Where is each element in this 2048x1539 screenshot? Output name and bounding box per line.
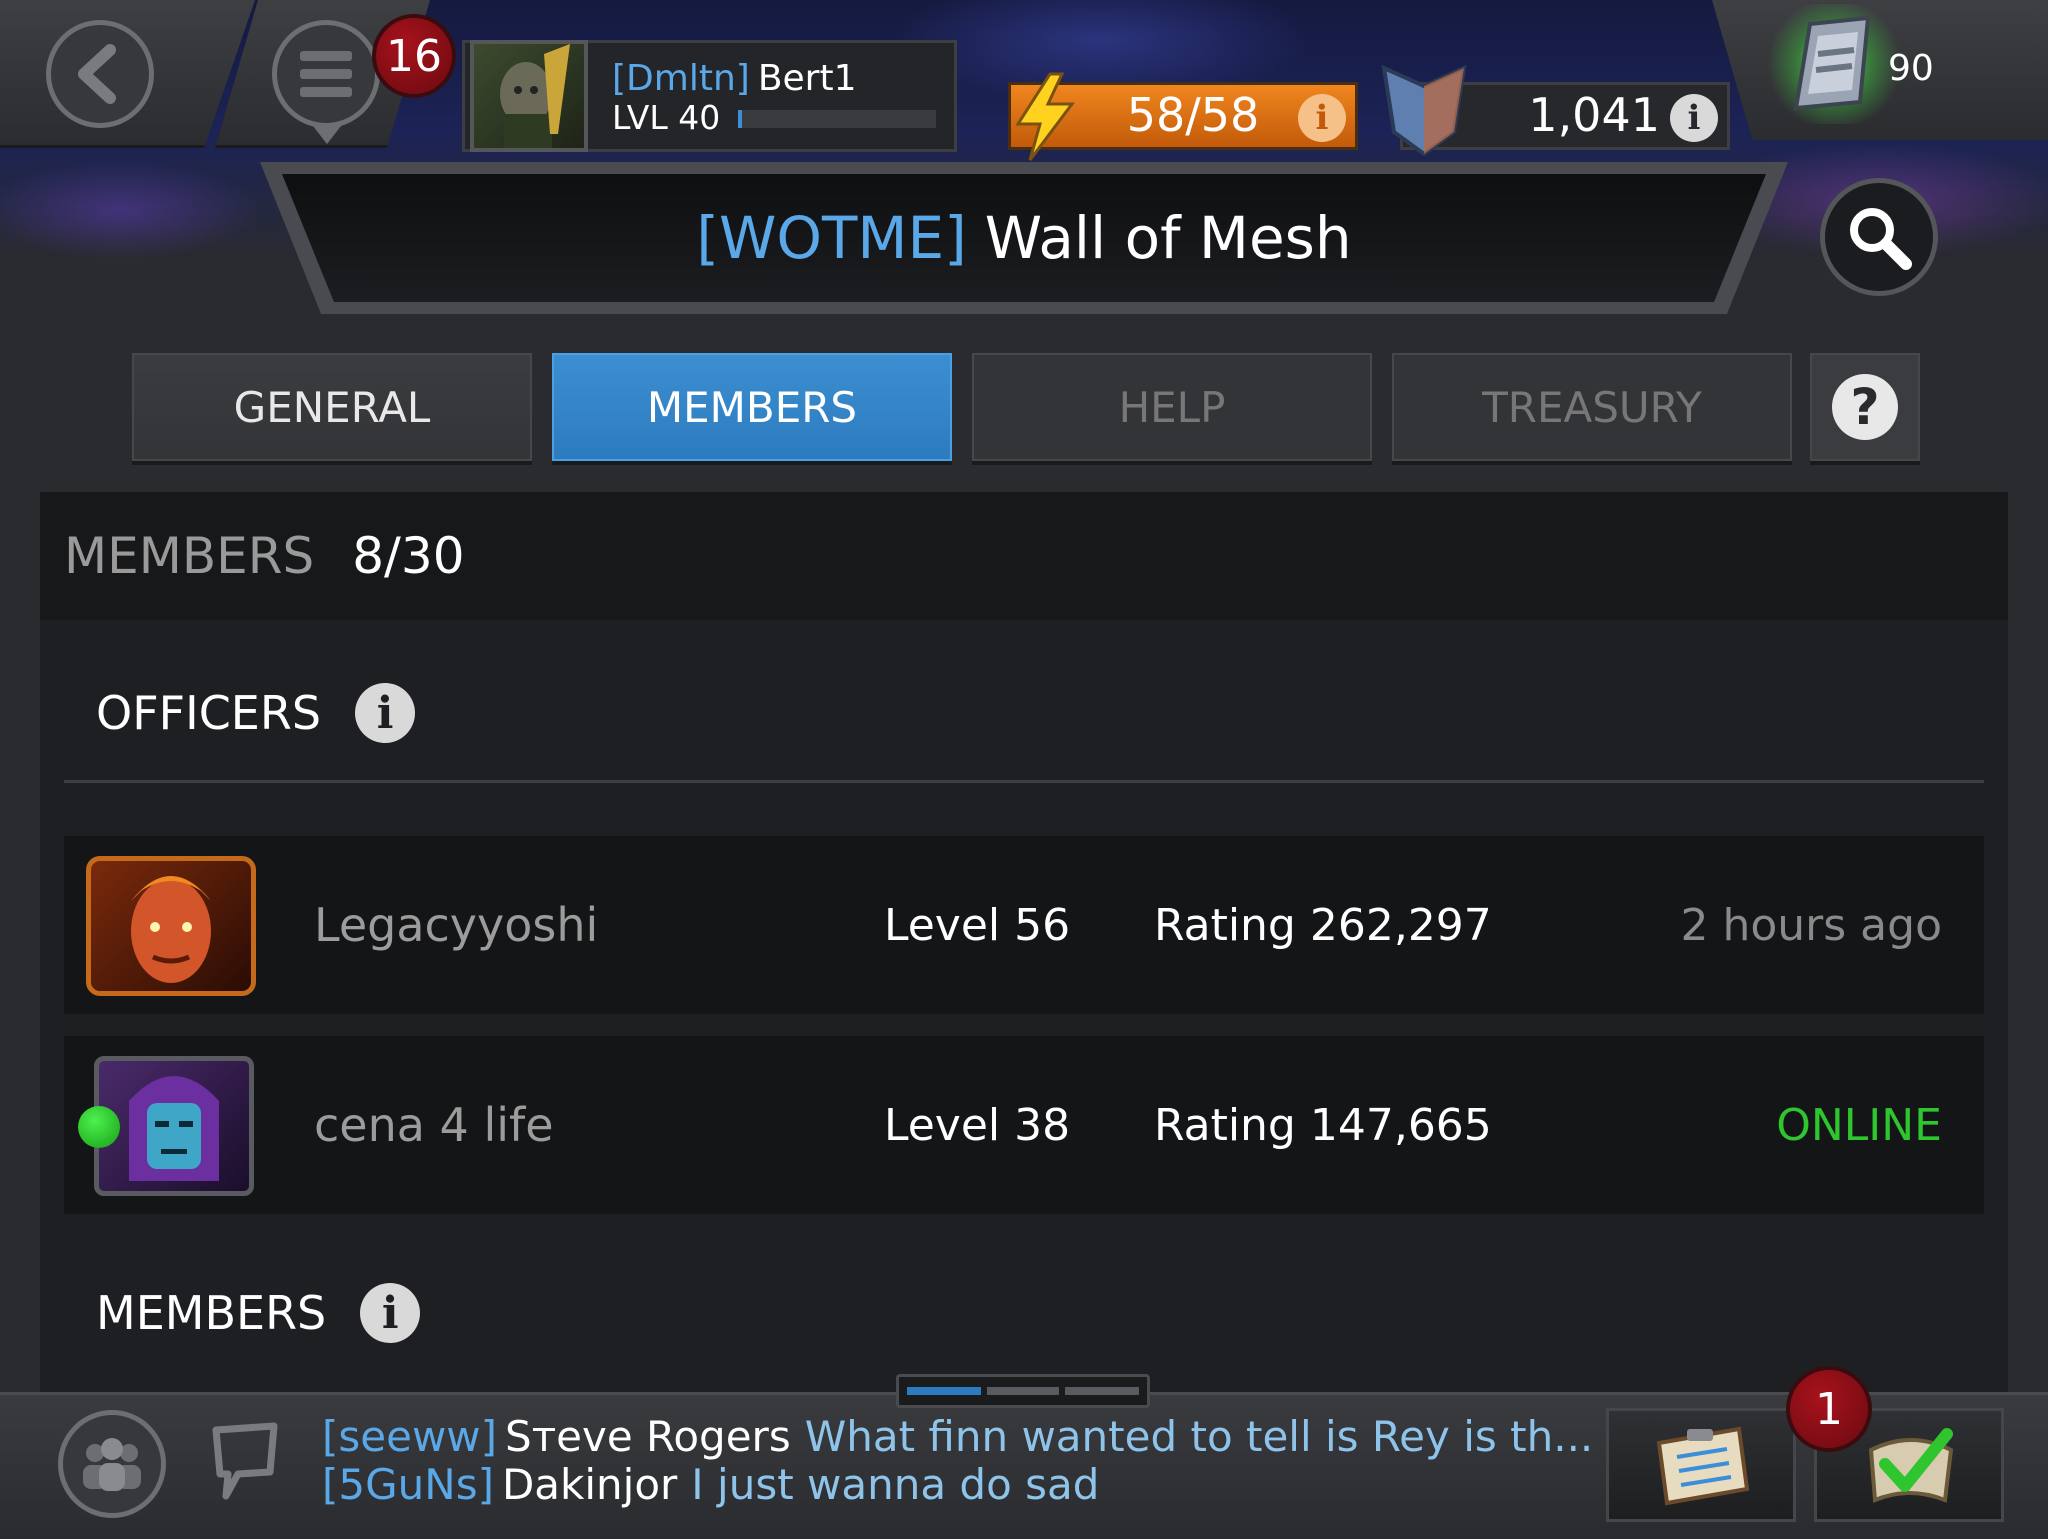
player-alliance-tag: [Dmltn] xyxy=(612,58,750,99)
objectives-button[interactable] xyxy=(1606,1408,1796,1522)
group-icon xyxy=(83,1438,141,1491)
energy-info-icon[interactable]: i xyxy=(1298,94,1346,142)
chat-pager[interactable] xyxy=(896,1374,1150,1408)
units-value: 1,041 xyxy=(1528,88,1660,142)
player-name: Bert1 xyxy=(757,58,857,99)
alliance-tag: [WOTME] xyxy=(696,204,967,272)
player-avatar[interactable] xyxy=(470,40,588,152)
tab-members[interactable]: MEMBERS xyxy=(552,353,952,461)
menu-icon xyxy=(300,51,352,97)
members-section-title: MEMBERS xyxy=(96,1286,327,1340)
members-count: 8/30 xyxy=(352,527,465,585)
alliance-chat-button[interactable] xyxy=(58,1410,166,1518)
units-info-icon[interactable]: i xyxy=(1670,94,1718,142)
help-button[interactable]: ? xyxy=(1810,353,1920,461)
kang-portrait-icon xyxy=(129,1076,219,1181)
chat-text: What finn wanted to tell is Rey is th... xyxy=(804,1412,1594,1461)
xp-bar xyxy=(738,110,936,128)
officers-section-header: OFFICERS i xyxy=(96,680,416,746)
chat-bubble-icon[interactable] xyxy=(208,1420,282,1504)
officer-avatar xyxy=(86,856,256,996)
alliance-title: [WOTME] Wall of Mesh xyxy=(282,174,1766,302)
officer-row[interactable]: cena 4 life Level 38 Rating 147,665 ONLI… xyxy=(64,1036,1984,1214)
officer-rating: Rating 147,665 xyxy=(1154,1099,1492,1151)
units-icon xyxy=(1381,64,1467,157)
officer-row[interactable]: Legacyyoshi Level 56 Rating 262,297 2 ho… xyxy=(64,836,1984,1014)
officer-level: Level 56 xyxy=(884,899,1071,951)
pager-dot xyxy=(987,1387,1059,1395)
chat-user: Dakinjor xyxy=(501,1460,678,1509)
notification-badge: 16 xyxy=(372,14,456,98)
officer-level: Level 38 xyxy=(884,1099,1071,1151)
tab-treasury[interactable]: TREASURY xyxy=(1392,353,1792,461)
checkmark-scroll-icon xyxy=(1868,1428,1954,1503)
officers-title: OFFICERS xyxy=(96,686,322,740)
tab-general[interactable]: GENERAL xyxy=(132,353,532,461)
section-divider xyxy=(64,780,1984,783)
chevron-down-icon xyxy=(313,126,341,144)
members-info-icon[interactable]: i xyxy=(360,1283,421,1343)
back-arrow-icon xyxy=(78,44,116,104)
lightning-bolt-icon xyxy=(1015,72,1075,161)
pager-dot-active xyxy=(907,1387,981,1395)
search-icon xyxy=(1850,208,1912,270)
tab-help[interactable]: HELP xyxy=(972,353,1372,461)
search-button[interactable] xyxy=(1820,178,1938,296)
player-portrait-icon xyxy=(500,44,570,148)
crystal-shard-icon[interactable] xyxy=(1784,14,1884,114)
officer-status: ONLINE xyxy=(1776,1099,1942,1151)
chat-message[interactable]: [seeww] Sтeve Rogers What finn wanted to t… xyxy=(322,1412,1593,1461)
officer-name: Legacyyoshi xyxy=(314,898,599,952)
chat-tag: [seeww] xyxy=(322,1412,498,1461)
members-label: MEMBERS xyxy=(64,527,315,585)
officer-name: cena 4 life xyxy=(314,1098,554,1152)
menu-button[interactable] xyxy=(272,20,380,128)
chat-user: Sтeve Rogers xyxy=(505,1412,791,1461)
online-indicator xyxy=(78,1106,120,1148)
quests-badge: 1 xyxy=(1786,1366,1872,1452)
xp-bar-fill xyxy=(738,110,742,128)
chat-text: I just wanna do sad xyxy=(691,1460,1100,1509)
members-count-header: MEMBERS 8/30 xyxy=(40,492,2008,620)
members-section-header: MEMBERS i xyxy=(96,1280,421,1346)
pager-dot xyxy=(1065,1387,1139,1395)
clipboard-icon xyxy=(1656,1426,1750,1506)
officer-status: 2 hours ago xyxy=(1680,899,1943,951)
question-icon: ? xyxy=(1832,374,1898,440)
officers-info-icon[interactable]: i xyxy=(355,683,416,743)
chat-message[interactable]: [5GuNs] Dakinjor I just wanna do sad xyxy=(322,1460,1099,1509)
crystals-count: 90 xyxy=(1888,48,1934,89)
alliance-name: Wall of Mesh xyxy=(984,204,1352,272)
human-torch-portrait-icon xyxy=(131,876,211,983)
officer-rating: Rating 262,297 xyxy=(1154,899,1492,951)
back-button[interactable] xyxy=(46,20,154,128)
chat-tag: [5GuNs] xyxy=(322,1460,494,1509)
player-level: LVL 40 xyxy=(612,98,721,137)
energy-value: 58/58 xyxy=(1126,88,1260,142)
